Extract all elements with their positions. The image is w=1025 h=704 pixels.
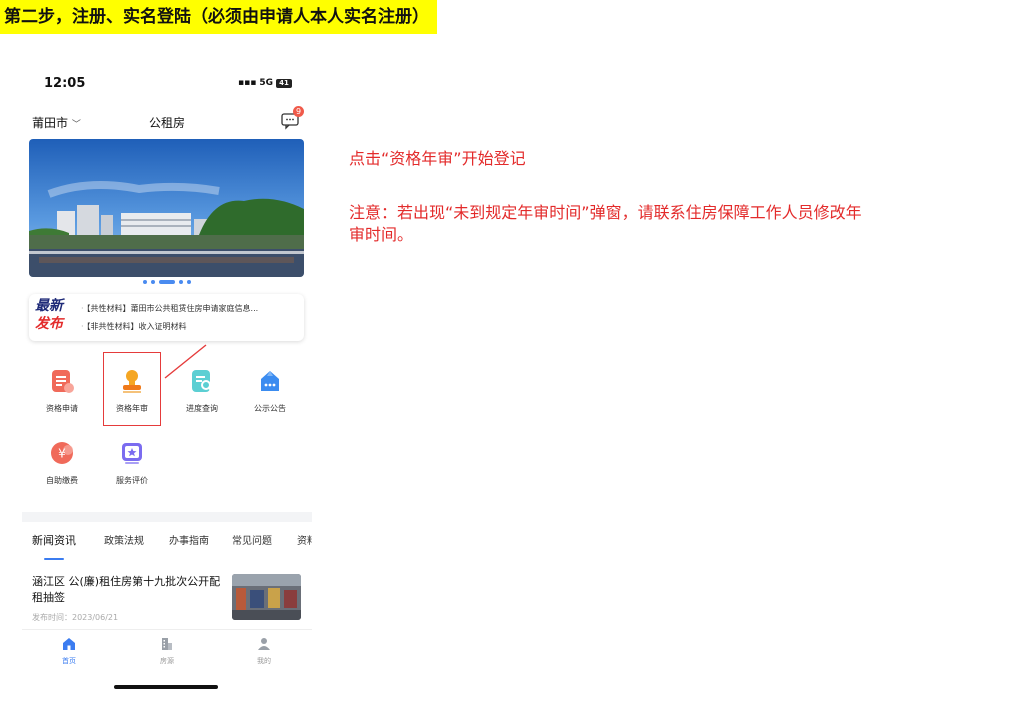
article-thumbnail[interactable] bbox=[232, 574, 301, 620]
bottom-nav: 首页 房源 我的 bbox=[22, 629, 312, 674]
status-bar: 12:05 ▪▪▪ 5G 41 bbox=[22, 66, 312, 106]
pagination-dot-active[interactable] bbox=[159, 280, 175, 284]
city-selector[interactable]: 莆田市 ﹀ bbox=[32, 114, 81, 131]
pagination-dot[interactable] bbox=[151, 280, 155, 284]
nav-label: 首页 bbox=[62, 657, 76, 665]
rating-star-icon bbox=[119, 440, 145, 466]
notice-bag-icon bbox=[257, 368, 283, 394]
service-self-payment[interactable]: ¥ 自助缴费 bbox=[32, 440, 92, 486]
service-public-notice[interactable]: 公示公告 bbox=[240, 368, 300, 414]
home-icon bbox=[63, 638, 75, 650]
nav-label: 房源 bbox=[160, 657, 174, 665]
event-hall-picture bbox=[232, 574, 301, 620]
svg-text:¥: ¥ bbox=[58, 447, 66, 461]
service-label: 进度查询 bbox=[186, 404, 218, 413]
note-text-line1: 注意：若出现“未到规定年审时间”弹窗，请联系住房保障工作人员修改年 bbox=[349, 203, 862, 222]
battery-icon: 41 bbox=[276, 78, 292, 88]
bullet-icon: · bbox=[81, 322, 84, 331]
active-tab-indicator bbox=[44, 558, 64, 560]
tab-materials[interactable]: 资料 bbox=[297, 532, 312, 547]
message-button[interactable]: 9 bbox=[280, 106, 304, 130]
news-item-text: 【非共性材料】收入证明材料 bbox=[86, 322, 187, 331]
article-time: 发布时间：2023/06/21 bbox=[32, 613, 119, 622]
latest-badge-line2: 发布 bbox=[35, 316, 63, 332]
tab-faq[interactable]: 常见问题 bbox=[232, 532, 272, 547]
news-item-text: 【共性材料】莆田市公共租赁住房申请家庭信息... bbox=[86, 304, 259, 313]
building-icon bbox=[162, 638, 172, 650]
latest-badge: 最新 发布 bbox=[35, 297, 63, 333]
latest-news-box: 最新 发布 · 【共性材料】莆田市公共租赁住房申请家庭信息... · 【非共性材料】… bbox=[29, 294, 304, 341]
tab-guide[interactable]: 办事指南 bbox=[169, 532, 209, 547]
city-label: 莆田市 bbox=[32, 116, 69, 130]
service-label: 服务评价 bbox=[116, 476, 148, 485]
latest-badge-line1: 最新 bbox=[35, 298, 63, 314]
app-top-bar: 莆田市 ﹀ 公租房 9 bbox=[22, 106, 312, 138]
payment-yuan-icon: ¥ bbox=[49, 440, 75, 466]
city-view-picture bbox=[29, 139, 304, 277]
pointer-arrow-icon bbox=[164, 344, 207, 379]
nav-label: 我的 bbox=[257, 657, 271, 665]
page-heading: 第二步，注册、实名登陆（必须由申请人本人实名注册） bbox=[0, 0, 437, 34]
user-icon bbox=[258, 638, 270, 650]
news-item[interactable]: · 【共性材料】莆田市公共租赁住房申请家庭信息... bbox=[81, 303, 301, 314]
nav-home[interactable]: 首页 bbox=[44, 636, 94, 666]
pagination-dot[interactable] bbox=[179, 280, 183, 284]
service-application[interactable]: 资格申请 bbox=[32, 368, 92, 414]
status-time: 12:05 bbox=[44, 76, 86, 91]
nav-mine[interactable]: 我的 bbox=[239, 636, 289, 666]
message-badge: 9 bbox=[293, 106, 304, 117]
section-separator bbox=[22, 512, 312, 522]
instruction-text: 点击“资格年审”开始登记 bbox=[349, 149, 526, 168]
highlight-box bbox=[103, 352, 161, 426]
service-label: 资格申请 bbox=[46, 404, 78, 413]
pagination-dot[interactable] bbox=[187, 280, 191, 284]
service-rating[interactable]: 服务评价 bbox=[102, 440, 162, 486]
service-label: 公示公告 bbox=[254, 404, 286, 413]
news-tabs: 新闻资讯 政策法规 办事指南 常见问题 资料 bbox=[22, 532, 312, 556]
news-item[interactable]: · 【非共性材料】收入证明材料 bbox=[81, 321, 301, 332]
note-text-line2: 审时间。 bbox=[349, 225, 414, 244]
banner-image[interactable] bbox=[29, 139, 304, 277]
service-label: 自助缴费 bbox=[46, 476, 78, 485]
phone-screenshot: 12:05 ▪▪▪ 5G 41 莆田市 ﹀ 公租房 9 最新 发布 · 【共性材… bbox=[22, 66, 312, 694]
bullet-icon: · bbox=[81, 304, 84, 313]
status-indicators: ▪▪▪ 5G 41 bbox=[238, 78, 292, 88]
article-title[interactable]: 涵江区 公(廉)租住房第十九批次公开配租抽签 bbox=[32, 574, 222, 606]
tab-policy[interactable]: 政策法规 bbox=[104, 532, 144, 547]
chevron-down-icon: ﹀ bbox=[71, 120, 81, 130]
application-form-icon bbox=[49, 368, 75, 394]
nav-listings[interactable]: 房源 bbox=[142, 636, 192, 666]
tab-news[interactable]: 新闻资讯 bbox=[32, 532, 76, 548]
network-type: 5G bbox=[259, 78, 273, 88]
home-indicator bbox=[114, 685, 218, 689]
banner-pagination bbox=[22, 280, 312, 284]
pagination-dot[interactable] bbox=[143, 280, 147, 284]
signal-icon: ▪▪▪ bbox=[238, 78, 257, 88]
